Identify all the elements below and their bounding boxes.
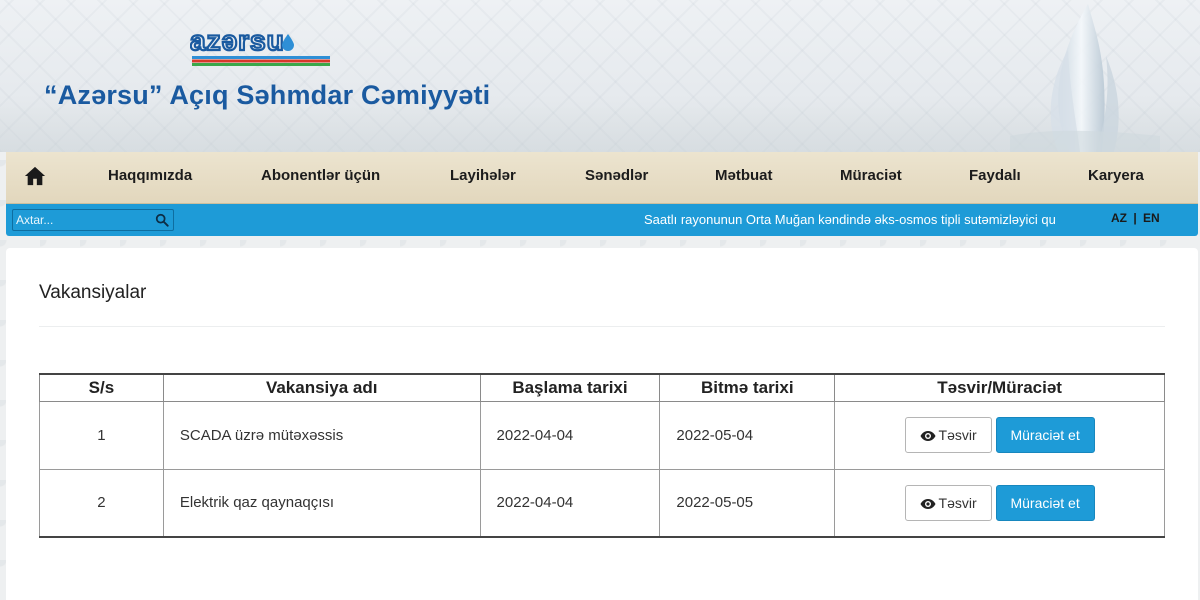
lang-az-link[interactable]: AZ	[1111, 211, 1127, 225]
cell-vacancy-name: Elektrik qaz qaynaqçısı	[162, 468, 481, 538]
title-divider	[39, 326, 1165, 327]
table-header-row: S/s Vakansiya adı Başlama tarixi Bitmə t…	[39, 373, 1165, 402]
azersu-logo[interactable]: azərsu	[190, 26, 340, 68]
col-header-start: Başlama tarixi	[479, 373, 661, 402]
cell-end-date: 2022-05-04	[659, 400, 836, 470]
search-box	[12, 209, 174, 231]
language-switch: AZ | EN	[1111, 204, 1160, 236]
lang-en-link[interactable]: EN	[1143, 211, 1160, 225]
col-header-name: Vakansiya adı	[162, 373, 481, 402]
nav-item-senedler[interactable]: Sənədlər	[585, 152, 648, 204]
cell-end-date: 2022-05-05	[659, 468, 836, 538]
main-nav: Haqqımızda Abonentlər üçün Layihələr Sən…	[6, 152, 1198, 204]
lang-separator: |	[1133, 211, 1137, 225]
nav-item-karyera[interactable]: Karyera	[1088, 152, 1144, 204]
vacancies-table: S/s Vakansiya adı Başlama tarixi Bitmə t…	[39, 373, 1165, 538]
info-bar: Saatlı rayonunun Orta Muğan kəndində əks…	[6, 204, 1198, 236]
table-row: 1 SCADA üzrə mütəxəssis 2022-04-04 2022-…	[39, 400, 1165, 470]
table-row: 2 Elektrik qaz qaynaqçısı 2022-04-04 202…	[39, 468, 1165, 538]
news-ticker[interactable]: Saatlı rayonunun Orta Muğan kəndində əks…	[644, 204, 1076, 236]
content-panel: Vakansiyalar S/s Vakansiya adı Başlama t…	[6, 248, 1198, 600]
cell-actions: Təsvir Müraciət et	[834, 468, 1165, 538]
view-description-button[interactable]: Təsvir	[904, 484, 992, 521]
nav-item-muraciet[interactable]: Müraciət	[840, 152, 902, 204]
nav-item-metbuat[interactable]: Mətbuat	[715, 152, 773, 204]
cell-vacancy-name: SCADA üzrə mütəxəssis	[162, 400, 481, 470]
col-header-number: S/s	[39, 373, 164, 402]
search-icon[interactable]	[155, 213, 169, 227]
home-icon[interactable]	[24, 165, 46, 187]
nav-item-faydali[interactable]: Faydalı	[969, 152, 1021, 204]
eye-icon	[920, 431, 936, 441]
view-description-button[interactable]: Təsvir	[904, 417, 992, 453]
view-button-label: Təsvir	[938, 494, 977, 511]
logo-text: azərsu	[190, 26, 285, 56]
view-button-label: Təsvir	[938, 427, 977, 443]
nav-item-abonentler[interactable]: Abonentlər üçün	[261, 152, 380, 204]
cell-actions: Təsvir Müraciət et	[834, 400, 1165, 470]
col-header-end: Bitmə tarixi	[659, 373, 836, 402]
flame-tower-image	[1010, 4, 1160, 152]
nav-item-haqqimizda[interactable]: Haqqımızda	[108, 152, 192, 204]
apply-button[interactable]: Müraciət et	[995, 417, 1095, 453]
company-name: “Azərsu” Açıq Səhmdar Cəmiyyəti	[44, 80, 491, 110]
cell-start-date: 2022-04-04	[479, 400, 661, 470]
col-header-actions: Təsvir/Müraciət	[834, 373, 1165, 402]
site-header: azərsu “Azərsu” Açıq Səhmdar Cəmiyyəti	[0, 0, 1200, 152]
search-input[interactable]	[13, 210, 143, 230]
apply-button[interactable]: Müraciət et	[995, 484, 1095, 521]
nav-item-layiheler[interactable]: Layihələr	[450, 152, 516, 204]
cell-number: 1	[39, 400, 164, 470]
page-title: Vakansiyalar	[39, 282, 147, 303]
cell-number: 2	[39, 468, 164, 538]
cell-start-date: 2022-04-04	[479, 468, 661, 538]
eye-icon	[920, 498, 936, 509]
